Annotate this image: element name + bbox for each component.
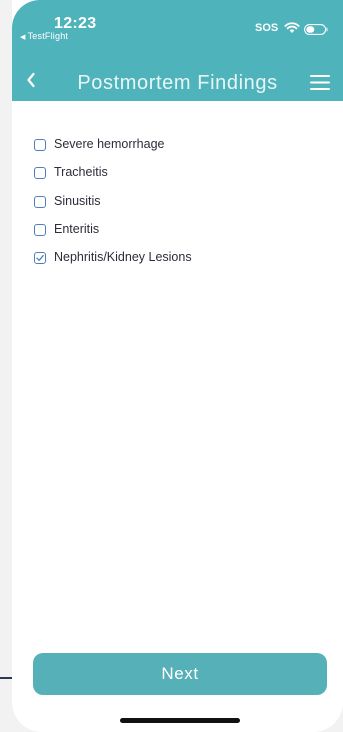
back-to-app-label: TestFlight [27, 31, 69, 41]
checklist-item-label: Severe hemorrhage [54, 137, 165, 151]
page-title: Postmortem Findings [77, 72, 278, 94]
findings-checklist: Severe hemorrhage Tracheitis Sinusitis E… [12, 132, 343, 273]
checklist-item[interactable]: Sinusitis [12, 189, 343, 217]
checkbox[interactable] [34, 195, 46, 208]
checkbox[interactable] [34, 167, 46, 180]
app-screen: 12:23 ◀ TestFlight SOS Postmortem Findin… [12, 0, 343, 732]
checkbox[interactable] [34, 223, 46, 236]
next-button[interactable]: Next [33, 653, 327, 695]
checklist-item-label: Sinusitis [54, 193, 101, 208]
back-triangle-icon: ◀ [20, 34, 26, 41]
device-frame: 12:23 ◀ TestFlight SOS Postmortem Findin… [0, 0, 343, 732]
checklist-item-label: Enteritis [54, 221, 100, 236]
home-indicator [120, 718, 240, 723]
sos-indicator: SOS [255, 22, 279, 34]
checklist-item-label: Tracheitis [54, 165, 108, 180]
checklist-item[interactable]: Nephritis/Kidney Lesions [12, 245, 343, 273]
back-to-app-link[interactable]: ◀ TestFlight [20, 31, 68, 41]
hamburger-menu-icon[interactable] [310, 74, 330, 95]
nav-bar: Postmortem Findings [12, 60, 343, 100]
checklist-item[interactable]: Enteritis [12, 217, 343, 245]
wifi-icon [284, 21, 300, 39]
checkbox[interactable] [34, 139, 46, 151]
status-bar: 12:23 ◀ TestFlight SOS [12, 0, 343, 44]
checkmark-icon [36, 255, 44, 262]
chevron-left-icon[interactable] [26, 72, 36, 93]
checklist-item-label: Nephritis/Kidney Lesions [54, 250, 192, 265]
checklist-item[interactable]: Severe hemorrhage [12, 132, 343, 160]
battery-icon [304, 22, 328, 35]
checklist-item[interactable]: Tracheitis [12, 160, 343, 188]
header: 12:23 ◀ TestFlight SOS Postmortem Findin… [12, 0, 343, 101]
checkbox-checked[interactable] [34, 252, 46, 265]
